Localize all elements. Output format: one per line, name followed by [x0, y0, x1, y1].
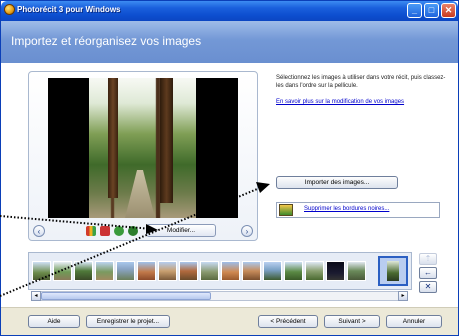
scroll-right-button[interactable]: ▸	[398, 291, 408, 301]
filmstrip-thumbnail[interactable]	[158, 261, 177, 281]
photo-tree-trunk	[160, 78, 173, 203]
red-eye-icon[interactable]	[100, 226, 110, 236]
filmstrip-thumbnail[interactable]	[221, 261, 240, 281]
filmstrip-thumbnail[interactable]	[53, 261, 72, 281]
filmstrip-thumbnail[interactable]	[347, 261, 366, 281]
filmstrip-thumbnail[interactable]	[116, 261, 135, 281]
filmstrip-thumbnail[interactable]	[263, 261, 282, 281]
move-left-button[interactable]: ←	[419, 267, 437, 279]
selected-thumbnail-image	[387, 261, 399, 281]
remove-photo-button[interactable]: ✕	[419, 281, 437, 293]
save-project-button[interactable]: Enregistrer le projet...	[86, 315, 170, 328]
close-button[interactable]: ✕	[441, 3, 456, 18]
scroll-left-button[interactable]: ◂	[31, 291, 41, 301]
next-photo-button[interactable]: ›	[241, 225, 253, 237]
filmstrip-thumbnail[interactable]	[137, 261, 156, 281]
filmstrip-thumbnail[interactable]	[326, 261, 345, 281]
filmstrip-thumbnail[interactable]	[284, 261, 303, 281]
preview-toolbar: ‹ Modifier... ›	[30, 223, 256, 239]
filmstrip-thumbnail[interactable]	[74, 261, 93, 281]
edit-button[interactable]: Modifier...	[146, 224, 216, 237]
rotate-left-icon[interactable]	[114, 226, 124, 236]
photo-tree-trunk	[108, 78, 118, 198]
help-button[interactable]: Aide	[28, 315, 80, 328]
minimize-button[interactable]: _	[407, 3, 422, 18]
rotate-right-icon[interactable]	[128, 226, 138, 236]
filmstrip-thumbnail[interactable]	[242, 261, 261, 281]
cancel-button[interactable]: Annuler	[386, 315, 442, 328]
remove-black-borders-link[interactable]: Supprimer les bordures noires...	[304, 206, 389, 212]
learn-more-link[interactable]: En savoir plus sur la modification de vo…	[276, 99, 404, 105]
instructions-text: Sélectionnez les images à utiliser dans …	[276, 75, 446, 89]
back-button[interactable]: < Précédent	[258, 315, 318, 328]
import-images-button[interactable]: Importer des images...	[276, 176, 398, 189]
scrollbar-thumb[interactable]	[41, 292, 211, 300]
filmstrip-thumbnail[interactable]	[179, 261, 198, 281]
filmstrip-thumbnail[interactable]	[200, 261, 219, 281]
header-banner: Importez et réorganisez vos images	[1, 21, 458, 63]
next-button[interactable]: Suivant >	[324, 315, 380, 328]
app-icon	[4, 4, 15, 15]
auto-correct-icon[interactable]	[86, 226, 96, 236]
page-title: Importez et réorganisez vos images	[11, 34, 202, 48]
filmstrip-thumbnail[interactable]	[95, 261, 114, 281]
filmstrip-thumbnail[interactable]	[32, 261, 51, 281]
previous-photo-button[interactable]: ‹	[33, 225, 45, 237]
window-title: Photorécit 3 pour Windows	[17, 5, 121, 14]
move-right-disabled-button[interactable]: ⇡	[419, 253, 437, 265]
remove-borders-icon	[279, 204, 293, 216]
maximize-button[interactable]: □	[424, 3, 439, 18]
filmstrip-selected-thumbnail[interactable]	[378, 256, 408, 286]
filmstrip-thumbnail[interactable]	[305, 261, 324, 281]
